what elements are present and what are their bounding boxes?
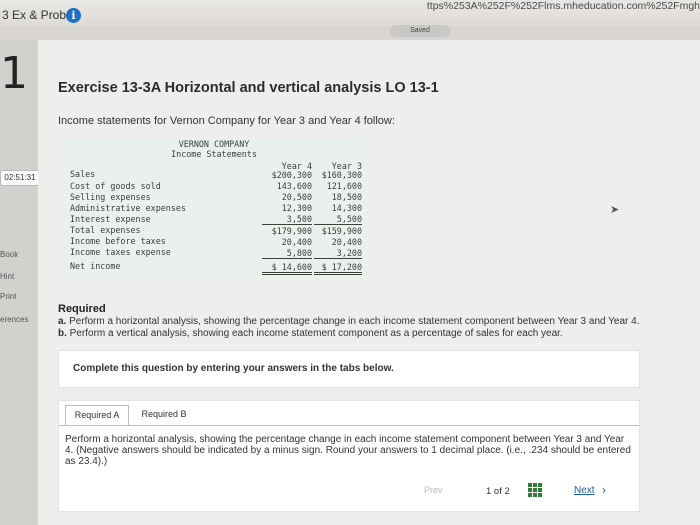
row-label-admin: Administrative expenses — [70, 203, 186, 213]
instruction-box: Complete this question by entering your … — [58, 350, 640, 388]
timer: 02:51:31 — [0, 170, 40, 186]
row-label-net-income: Net income — [70, 261, 121, 271]
task-instructions: Perform a horizontal analysis, showing t… — [65, 434, 631, 467]
saved-indicator: Saved — [390, 25, 450, 37]
row-label-selling: Selling expenses — [70, 192, 151, 202]
hint-link[interactable]: Hint — [0, 272, 14, 281]
browser-tab-bar: 3 Ex & Prob i ttps%253A%252F%252Flms.mhe… — [0, 0, 700, 26]
question-number: 1 — [0, 48, 28, 99]
next-button[interactable]: Next — [574, 485, 595, 496]
row-admin-year4: 12,300 — [281, 203, 312, 213]
required-a-text: Perform a horizontal analysis, showing t… — [69, 316, 640, 327]
intro-text: Income statements for Vernon Company for… — [58, 115, 395, 127]
row-label-income-before-taxes: Income before taxes — [70, 236, 166, 246]
row-total-expenses-year4: $179,900 — [271, 226, 312, 236]
row-selling-year4: 20,500 — [281, 192, 312, 202]
required-b: b. Perform a vertical analysis, showing … — [58, 328, 563, 339]
row-sales-year3: $160,300 — [321, 170, 362, 180]
row-admin-year3: 14,300 — [331, 203, 362, 213]
row-label-sales: Sales — [70, 169, 96, 179]
instruction-text: Complete this question by entering your … — [73, 363, 394, 374]
row-sales-year4: $200,300 — [271, 170, 312, 180]
required-a-marker: a. — [58, 316, 67, 327]
row-net-income-year4: $ 14,600 — [262, 262, 312, 275]
required-b-marker: b. — [58, 328, 67, 339]
tab-required-b[interactable]: Required B — [133, 405, 195, 425]
references-link[interactable]: erences — [0, 315, 28, 324]
row-income-taxes-year4: 5,800 — [262, 248, 312, 259]
page-indicator: 1 of 2 — [486, 486, 510, 497]
row-total-expenses-year3: $159,900 — [321, 226, 362, 236]
pagination: Prev 1 of 2 Next › — [424, 483, 634, 503]
income-statement: VERNON COMPANY Income Statements Year 4 … — [64, 137, 366, 279]
row-income-before-taxes-year4: 20,400 — [281, 237, 312, 247]
exercise-title: Exercise 13-3A Horizontal and vertical a… — [58, 80, 439, 96]
prev-button[interactable]: Prev — [424, 485, 443, 495]
statement-heading: Income Statements — [171, 149, 257, 159]
row-income-before-taxes-year3: 20,400 — [331, 237, 362, 247]
info-icon[interactable]: i — [66, 8, 81, 23]
row-label-total-expenses: Total expenses — [70, 225, 141, 235]
chevron-right-icon[interactable]: › — [602, 483, 606, 497]
grid-icon[interactable] — [528, 483, 542, 497]
row-interest-year4: 3,500 — [262, 214, 312, 225]
row-net-income-year3: $ 17,200 — [314, 262, 362, 275]
left-toolbar: Book Hint Print erences — [0, 40, 38, 525]
row-label-interest: Interest expense — [70, 214, 151, 224]
print-link[interactable]: Print — [0, 292, 16, 301]
answer-tab-panel: Required A Required B Perform a horizont… — [58, 400, 640, 512]
statement-company: VERNON COMPANY — [178, 139, 250, 149]
row-label-cogs: Cost of goods sold — [70, 181, 161, 191]
row-cogs-year4: 143,600 — [276, 181, 312, 191]
required-b-text: Perform a vertical analysis, showing eac… — [69, 328, 563, 339]
required-a: a. Perform a horizontal analysis, showin… — [58, 316, 640, 327]
tab-title[interactable]: 3 Ex & Prob — [2, 8, 66, 22]
row-income-taxes-year3: 3,200 — [314, 248, 362, 259]
address-bar-url[interactable]: ttps%253A%252F%252Flms.mheducation.com%2… — [427, 0, 700, 12]
mouse-cursor-icon: ➤ — [610, 204, 620, 216]
row-interest-year3: 5,500 — [314, 214, 362, 225]
tab-divider — [59, 425, 639, 426]
book-link[interactable]: Book — [0, 250, 18, 259]
row-cogs-year3: 121,600 — [326, 181, 362, 191]
row-selling-year3: 18,500 — [331, 192, 362, 202]
row-label-income-taxes: Income taxes expense — [70, 247, 171, 257]
tab-required-a[interactable]: Required A — [65, 405, 129, 425]
required-heading: Required — [58, 303, 106, 315]
